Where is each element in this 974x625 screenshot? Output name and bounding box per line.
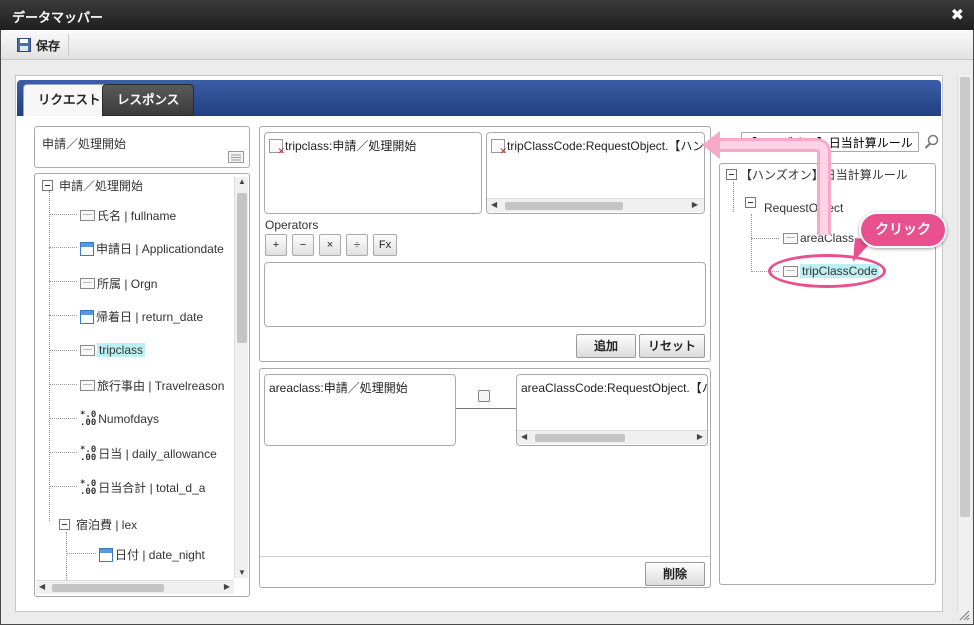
mapping-source-label: areaclass:申請／処理開始 (269, 381, 408, 395)
save-button[interactable]: 保存 (11, 34, 70, 56)
operators-label: Operators (265, 218, 319, 232)
tree-item-travelreason[interactable]: 旅行事由 | Travelreason (80, 377, 224, 394)
number-icon: *.0.00 (80, 478, 97, 497)
collapse-icon[interactable] (59, 519, 70, 530)
delete-button[interactable]: 削除 (645, 562, 705, 586)
field-icon (80, 380, 95, 391)
save-label: 保存 (36, 38, 61, 53)
tree-root-label: 申請／処理開始 (59, 179, 144, 193)
tree-item-applicationdate[interactable]: 申請日 | Applicationdate (80, 240, 224, 257)
tree-item-label: 申請日 | Applicationdate (96, 242, 224, 256)
tree-item-daily-allowance[interactable]: *.0.00 日当 | daily_allowance (80, 445, 217, 462)
drag-arrow-annotation (702, 131, 831, 235)
expression-area[interactable] (264, 262, 706, 327)
calendar-icon (80, 241, 94, 256)
mapping-source-box[interactable]: areaclass:申請／処理開始 (264, 374, 456, 446)
divide-button[interactable]: ÷ (346, 234, 368, 256)
main-scrollbar[interactable] (957, 75, 971, 612)
tree-item-label: 帰着日 | return_date (96, 310, 204, 324)
expression-source-box[interactable]: tripclass:申請／処理開始 (264, 132, 482, 214)
list-icon[interactable] (228, 151, 244, 163)
tree-group-label: 宿泊費 | lex (76, 518, 138, 532)
mapping-target-hscroll[interactable]: ◀ ▶ (517, 430, 707, 444)
expression-target-label: tripClassCode:RequestObject.【ハンズ (507, 139, 705, 153)
toolbar: 保存 (1, 30, 973, 60)
close-icon[interactable]: ✖ (951, 5, 964, 25)
window-title: データマッパー (12, 11, 104, 26)
calendar-icon (99, 547, 113, 562)
field-icon (80, 278, 95, 289)
tree-item-label: 日当 | daily_allowance (98, 447, 217, 461)
tree-item-label: 日付 | date_night (115, 548, 205, 562)
tree-item-date-night[interactable]: 日付 | date_night (99, 546, 205, 563)
tree-item-return-date[interactable]: 帰着日 | return_date (80, 308, 203, 325)
function-button[interactable]: Fx (373, 234, 397, 256)
click-callout: クリック (859, 212, 947, 248)
number-icon: *.0.00 (80, 444, 97, 463)
mapping-checkbox[interactable] (478, 390, 490, 402)
target-box-hscroll[interactable]: ◀ ▶ (487, 198, 704, 212)
tree-item-label: 日当合計 | total_d_a (98, 481, 206, 495)
expression-source-label: tripclass:申請／処理開始 (285, 139, 417, 153)
field-icon (80, 344, 95, 356)
tree-item-label: 旅行事由 | Travelreason (97, 379, 225, 393)
mapping-target-box[interactable]: areaClassCode:RequestObject.【ハ ◀ ▶ (516, 374, 708, 446)
process-title-box: 申請／処理開始 (34, 126, 250, 168)
multiply-button[interactable]: × (319, 234, 341, 256)
tree-item-label: 氏名 | fullname (97, 209, 177, 223)
tree-item-label: 所属 | Orgn (97, 277, 158, 291)
click-callout-label: クリック (875, 222, 931, 238)
tree-root-request[interactable]: 申請／処理開始 (42, 177, 143, 194)
search-icon[interactable] (924, 134, 940, 150)
tree-item-label: tripclass (97, 343, 146, 357)
field-icon (80, 210, 95, 221)
tree-item-tripclass[interactable]: tripclass (80, 343, 146, 357)
tree-item-total-d-a[interactable]: *.0.00 日当合計 | total_d_a (80, 479, 205, 496)
tree-group-lex[interactable]: 宿泊費 | lex (59, 516, 137, 533)
source-tree-vscroll[interactable]: ▲ ▼ (234, 177, 248, 578)
title-bar: データマッパー ✖ (0, 0, 974, 30)
mapping-target-label: areaClassCode:RequestObject.【ハ (521, 381, 708, 395)
tab-response[interactable]: レスポンス (102, 84, 195, 116)
add-button[interactable]: 追加 (576, 334, 636, 358)
collapse-icon[interactable] (42, 180, 53, 191)
remove-icon[interactable] (491, 138, 507, 157)
reset-button[interactable]: リセット (639, 334, 705, 358)
floppy-disk-icon (17, 38, 31, 52)
minus-button[interactable]: − (292, 234, 314, 256)
calendar-icon (80, 309, 94, 324)
source-tree-hscroll[interactable]: ◀ ▶ (36, 580, 234, 594)
tree-item-fullname[interactable]: 氏名 | fullname (80, 207, 176, 224)
remove-icon[interactable] (269, 138, 285, 157)
tree-item-label: Numofdays (98, 412, 159, 426)
expression-target-box[interactable]: tripClassCode:RequestObject.【ハンズ ◀▶ (486, 132, 705, 214)
number-icon: *.0.00 (80, 410, 97, 428)
tab-bar: リクエスト レスポンス (17, 80, 941, 116)
tree-item-orgn[interactable]: 所属 | Orgn (80, 275, 157, 292)
plus-button[interactable]: + (265, 234, 287, 256)
process-title: 申請／処理開始 (42, 137, 127, 151)
resize-grip-icon[interactable] (958, 609, 970, 621)
tree-item-numofdays[interactable]: *.0.00 Numofdays (80, 410, 159, 428)
